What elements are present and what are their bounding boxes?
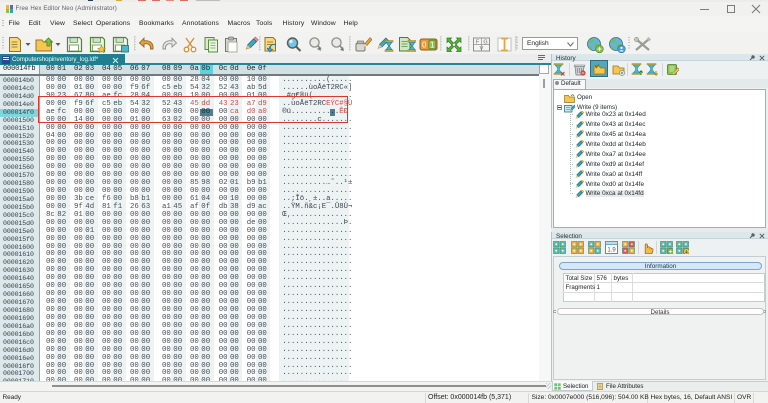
svg-text:V: V (480, 46, 484, 52)
svg-text:1: 1 (430, 40, 435, 49)
svg-text:G: G (483, 39, 487, 45)
svg-text:1.9: 1.9 (607, 247, 616, 253)
svg-text:0: 0 (422, 40, 427, 49)
